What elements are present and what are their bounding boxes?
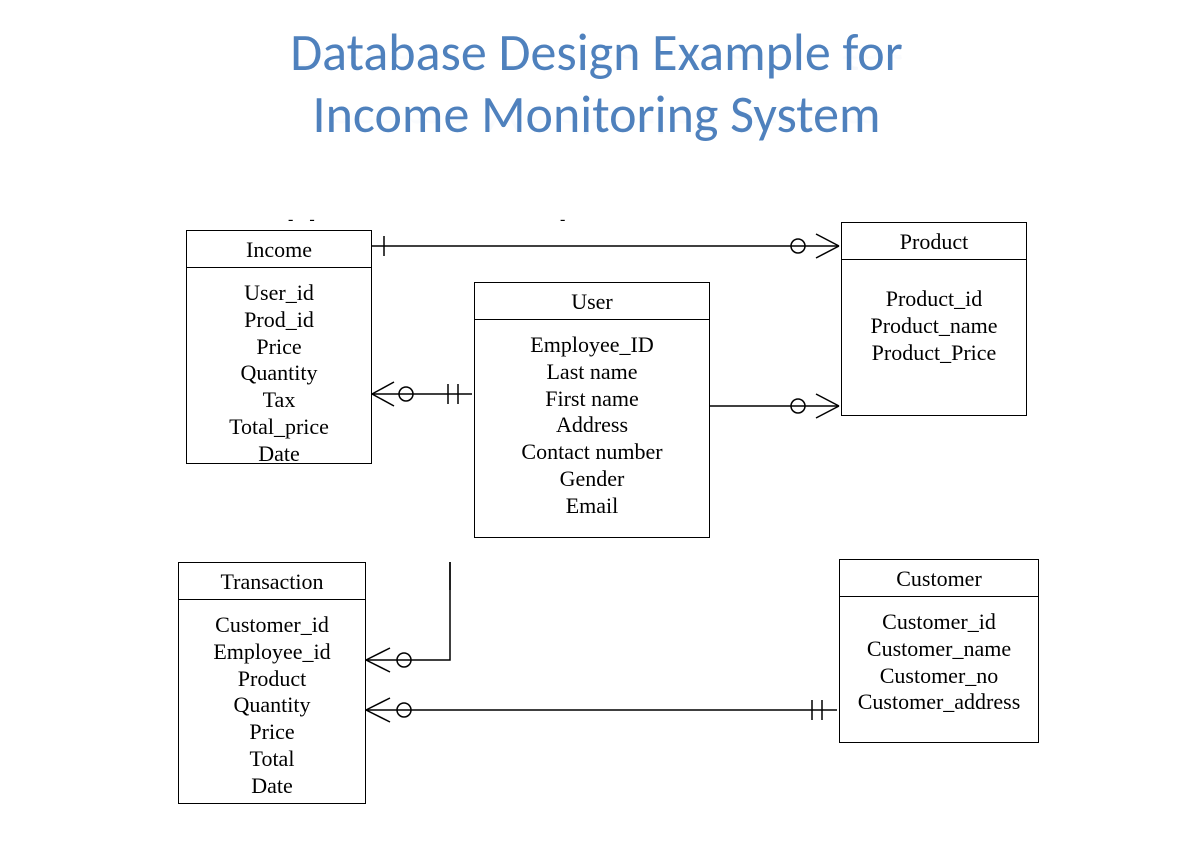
attr: User_id — [191, 280, 367, 307]
attr: Customer_id — [183, 612, 361, 639]
entity-transaction: Transaction Customer_id Employee_id Prod… — [178, 562, 366, 804]
entity-product-attrs: Product_id Product_name Product_Price — [842, 260, 1026, 376]
rel-user-product — [710, 394, 839, 418]
attr: Price — [183, 719, 361, 746]
entity-customer: Customer Customer_id Customer_name Custo… — [839, 559, 1039, 743]
attr: First name — [479, 386, 705, 413]
attr: Customer_name — [844, 636, 1034, 663]
attr: Date — [191, 441, 367, 468]
rel-income-product — [372, 234, 839, 258]
attr: Price — [191, 334, 367, 361]
artifact-dash: - — [560, 211, 565, 229]
attr: Date — [183, 773, 361, 800]
attr: Email — [479, 493, 705, 520]
attr: Total_price — [191, 414, 367, 441]
entity-transaction-name: Transaction — [179, 563, 365, 600]
entity-user-attrs: Employee_ID Last name First name Address… — [475, 320, 709, 530]
attr: Last name — [479, 359, 705, 386]
diagram-title: Database Design Example for Income Monit… — [0, 24, 1193, 142]
attr: Product_name — [846, 313, 1022, 340]
attr: Customer_id — [844, 609, 1034, 636]
artifact-dashes: - - — [288, 211, 321, 229]
entity-transaction-attrs: Customer_id Employee_id Product Quantity… — [179, 600, 365, 810]
entity-product: Product Product_id Product_name Product_… — [841, 222, 1027, 416]
entity-income-name: Income — [187, 231, 371, 268]
attr: Product_id — [846, 286, 1022, 313]
attr: Employee_ID — [479, 332, 705, 359]
entity-customer-name: Customer — [840, 560, 1038, 597]
attr: Prod_id — [191, 307, 367, 334]
attr: Employee_id — [183, 639, 361, 666]
attr: Quantity — [183, 692, 361, 719]
attr: Tax — [191, 387, 367, 414]
attr: Customer_no — [844, 663, 1034, 690]
attr: Quantity — [191, 360, 367, 387]
attr: Total — [183, 746, 361, 773]
attr: Product_Price — [846, 340, 1022, 367]
title-line-2: Income Monitoring System — [0, 86, 1193, 142]
rel-transaction-user — [366, 562, 450, 672]
attr: Customer_address — [844, 689, 1034, 716]
entity-product-name: Product — [842, 223, 1026, 260]
attr: Address — [479, 412, 705, 439]
entity-income-attrs: User_id Prod_id Price Quantity Tax Total… — [187, 268, 371, 478]
attr: Product — [183, 666, 361, 693]
entity-user-name: User — [475, 283, 709, 320]
entity-user: User Employee_ID Last name First name Ad… — [474, 282, 710, 538]
attr: Gender — [479, 466, 705, 493]
rel-transaction-customer — [366, 698, 837, 722]
rel-income-user — [372, 382, 472, 406]
diagram-canvas: Database Design Example for Income Monit… — [0, 0, 1193, 867]
entity-income: Income User_id Prod_id Price Quantity Ta… — [186, 230, 372, 464]
entity-customer-attrs: Customer_id Customer_name Customer_no Cu… — [840, 597, 1038, 726]
title-line-1: Database Design Example for — [0, 24, 1193, 80]
attr: Contact number — [479, 439, 705, 466]
